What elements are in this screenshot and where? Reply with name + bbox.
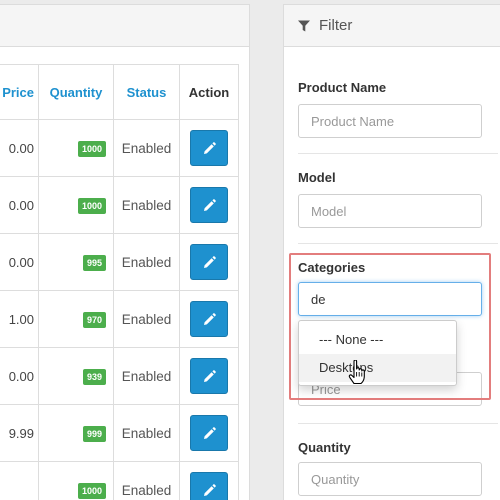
quantity-label: Quantity [298,440,351,455]
product-name-label: Product Name [298,80,387,95]
pencil-icon [204,484,216,496]
filter-panel: Filter Product Name Product Name Model M… [283,4,500,500]
table-header-row: Price Quantity Status Action [0,64,239,120]
autocomplete-option-none[interactable]: --- None --- [299,326,456,354]
quantity-badge: 995 [82,254,106,271]
table-row: 0.00 1000 Enabled [0,119,239,177]
row-status: Enabled [113,347,180,405]
quantity-input[interactable]: Quantity [298,462,482,496]
row-price: 9.99 [0,404,39,462]
row-status: Enabled [113,290,180,348]
model-label: Model [298,170,336,185]
pencil-icon [204,142,216,154]
column-status[interactable]: Status [113,64,180,120]
table-row: 1000 Enabled [0,461,239,500]
categories-autocomplete: --- None --- Desktops [298,320,457,386]
quantity-badge: 1000 [77,140,106,157]
row-price: 0.00 [0,176,39,234]
row-price: 1.00 [0,290,39,348]
edit-button[interactable] [190,358,228,394]
edit-button[interactable] [190,301,228,337]
product-list-panel: Price Quantity Status Action 0.00 1000 E… [0,4,250,500]
filter-header: Filter [284,5,500,47]
pencil-icon [204,199,216,211]
row-status: Enabled [113,461,180,500]
product-list-header [0,5,249,47]
quantity-badge: 999 [82,425,106,442]
quantity-group: Quantity Quantity [298,440,498,496]
edit-button[interactable] [190,415,228,451]
autocomplete-option-desktops[interactable]: Desktops [299,354,456,382]
filter-title: Filter [319,17,353,34]
pencil-icon [204,427,216,439]
row-status: Enabled [113,119,180,177]
product-name-group: Product Name Product Name [298,80,498,138]
edit-button[interactable] [190,187,228,223]
row-status: Enabled [113,176,180,234]
quantity-badge: 939 [82,368,106,385]
edit-button[interactable] [190,244,228,280]
row-status: Enabled [113,404,180,462]
quantity-badge: 1000 [77,197,106,214]
pencil-icon [204,370,216,382]
product-table: Price Quantity Status Action 0.00 1000 E… [0,64,239,500]
quantity-badge: 970 [82,311,106,328]
funnel-icon [298,20,310,32]
divider [298,243,498,244]
table-row: 0.00 1000 Enabled [0,176,239,234]
row-price [0,461,39,500]
quantity-badge: 1000 [77,482,106,499]
pencil-icon [204,313,216,325]
row-status: Enabled [113,233,180,291]
table-row: 9.99 999 Enabled [0,404,239,462]
table-row: 1.00 970 Enabled [0,290,239,348]
column-action: Action [179,64,239,120]
edit-button[interactable] [190,472,228,500]
row-price: 0.00 [0,119,39,177]
model-input[interactable]: Model [298,194,482,228]
product-name-input[interactable]: Product Name [298,104,482,138]
row-price: 0.00 [0,347,39,405]
divider [298,423,498,424]
column-quantity[interactable]: Quantity [38,64,114,120]
edit-button[interactable] [190,130,228,166]
hand-cursor-icon [348,360,365,384]
divider [298,153,498,154]
table-row: 0.00 995 Enabled [0,233,239,291]
pencil-icon [204,256,216,268]
model-group: Model Model [298,170,498,228]
table-row: 0.00 939 Enabled [0,347,239,405]
column-price[interactable]: Price [0,64,39,120]
row-price: 0.00 [0,233,39,291]
